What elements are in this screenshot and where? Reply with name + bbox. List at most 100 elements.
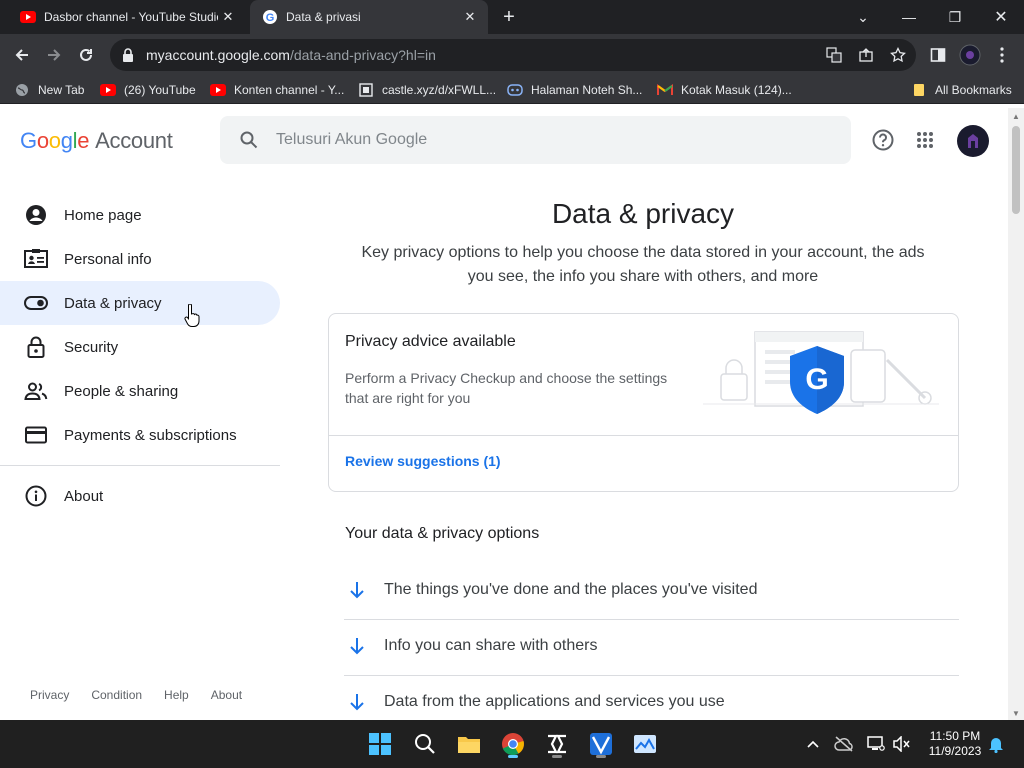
bookmark-castle[interactable]: castle.xyz/d/xFWLL... [358,76,496,104]
hand-cursor-icon [184,303,200,333]
side-panel-icon[interactable] [924,41,952,69]
credit-card-icon [24,423,48,447]
all-bookmarks[interactable]: All Bookmarks [911,76,1012,104]
search-input[interactable] [276,131,776,149]
account-logo-text: Account [95,128,173,153]
globe-icon [14,82,30,98]
footer-link-privacy[interactable]: Privacy [30,688,69,702]
bookmark-noteh[interactable]: Halaman Noteh Sh... [507,76,642,104]
sidebar-item-data-privacy[interactable]: Data & privacy [0,281,280,325]
arrow-down-icon [346,691,368,713]
minimize-icon[interactable]: — [886,0,932,34]
help-icon[interactable] [871,128,895,152]
svg-text:G: G [805,363,828,396]
share-icon[interactable] [854,43,878,67]
volume-muted-icon[interactable] [892,734,912,754]
bookmark-new-tab[interactable]: New Tab [14,76,84,104]
google-account-logo[interactable]: Google Account [20,128,173,154]
cloud-offline-icon[interactable] [834,734,854,754]
sidebar-item-label: About [64,487,104,505]
chrome-icon[interactable] [497,728,529,760]
network-icon[interactable] [866,734,886,754]
address-bar[interactable]: myaccount.google.com/data-and-privacy?hl… [110,39,916,71]
account-header: Google Account [0,108,1008,172]
windows-start-icon[interactable] [364,728,396,760]
privacy-advice-card: Privacy advice available Perform a Priva… [328,313,959,492]
gmail-icon [657,82,673,98]
footer-link-help[interactable]: Help [164,688,189,702]
profile-avatar-icon[interactable] [956,41,984,69]
sidebar-item-personal-info[interactable]: Personal info [0,237,280,281]
bookmark-konten-channel[interactable]: Konten channel - Y... [210,76,344,104]
close-window-icon[interactable]: ✕ [978,0,1024,34]
option-label: The things you've done and the places yo… [384,581,758,598]
bookmarks-bar: New Tab (26) YouTube Konten channel - Y.… [0,76,1024,104]
sidebar-item-payments[interactable]: Payments & subscriptions [0,413,280,457]
sidebar-item-people-sharing[interactable]: People & sharing [0,369,280,413]
back-icon[interactable] [8,41,36,69]
arrow-down-icon [346,635,368,657]
option-activity-places[interactable]: The things you've done and the places yo… [344,562,959,618]
google-account-page: GoogleAccount Home page [0,108,1024,720]
folder-icon [911,82,927,98]
notification-bell-icon[interactable] [986,734,1006,754]
sidebar-item-security[interactable]: Security [0,325,280,369]
search-icon[interactable] [238,129,260,151]
lock-icon[interactable] [122,47,136,63]
tray-chevron-icon[interactable] [803,734,823,754]
review-suggestions-link[interactable]: Review suggestions (1) [345,453,501,469]
restore-icon[interactable]: ❐ [932,0,978,34]
discord-icon [507,82,523,98]
castle-icon [358,82,374,98]
bookmark-gmail[interactable]: Kotak Masuk (124)... [657,76,792,104]
running-indicator [508,755,518,758]
account-circle-icon [24,203,48,227]
tab-title: Data & privasi [286,10,361,24]
new-tab-button[interactable]: + [498,6,520,28]
capcut-icon[interactable] [541,728,573,760]
video-editor-icon[interactable] [585,728,617,760]
tab-data-privacy[interactable]: G Data & privasi ✕ [250,0,488,34]
clock-date: 11/9/2023 [928,744,982,758]
option-app-data[interactable]: Data from the applications and services … [344,674,959,720]
taskbar-clock[interactable]: 11:50 PM 11/9/2023 [920,729,990,759]
page-scrollbar[interactable]: ▲ ▼ [1008,108,1024,720]
card-description: Perform a Privacy Checkup and choose the… [345,370,668,406]
close-tab-icon[interactable]: ✕ [218,7,238,27]
reload-icon[interactable] [72,41,100,69]
sidebar-item-label: Security [64,338,119,356]
close-tab-icon[interactable]: ✕ [460,7,480,27]
taskbar-search-icon[interactable] [409,728,441,760]
forward-icon[interactable] [40,41,68,69]
google-logo-word: e [77,128,90,153]
sidebar-item-label: Home page [64,206,142,224]
task-manager-icon[interactable] [629,728,661,760]
card-title: Privacy advice available [345,333,516,350]
apps-grid-icon[interactable] [913,128,937,152]
scroll-down-icon[interactable]: ▼ [1012,709,1020,718]
sidebar-item-about[interactable]: About [0,474,280,518]
scroll-thumb[interactable] [1012,126,1020,214]
id-card-icon [24,247,48,271]
tab-youtube-studio[interactable]: Dasbor channel - YouTube Studio ✕ [8,0,246,34]
menu-kebab-icon[interactable] [988,41,1016,69]
footer-link-condition[interactable]: Condition [91,688,142,702]
sidebar-item-home[interactable]: Home page [0,193,280,237]
youtube-icon [20,9,36,25]
account-search[interactable] [220,116,851,164]
sidebar-item-label: People & sharing [64,382,179,400]
clock-time: 11:50 PM [929,729,981,743]
url-text: myaccount.google.com/data-and-privacy?hl… [146,47,436,63]
bookmark-star-icon[interactable] [886,43,910,67]
google-logo-word: G [20,128,37,153]
bookmark-youtube[interactable]: (26) YouTube [100,76,196,104]
account-avatar[interactable] [957,125,989,157]
youtube-icon [100,82,116,98]
option-info-share[interactable]: Info you can share with others [344,618,959,674]
translate-icon[interactable] [822,43,846,67]
people-icon [24,379,48,403]
scroll-up-icon[interactable]: ▲ [1012,112,1020,121]
footer-link-about[interactable]: About [211,688,242,702]
tab-search-icon[interactable]: ⌄ [840,0,886,34]
file-explorer-icon[interactable] [453,728,485,760]
